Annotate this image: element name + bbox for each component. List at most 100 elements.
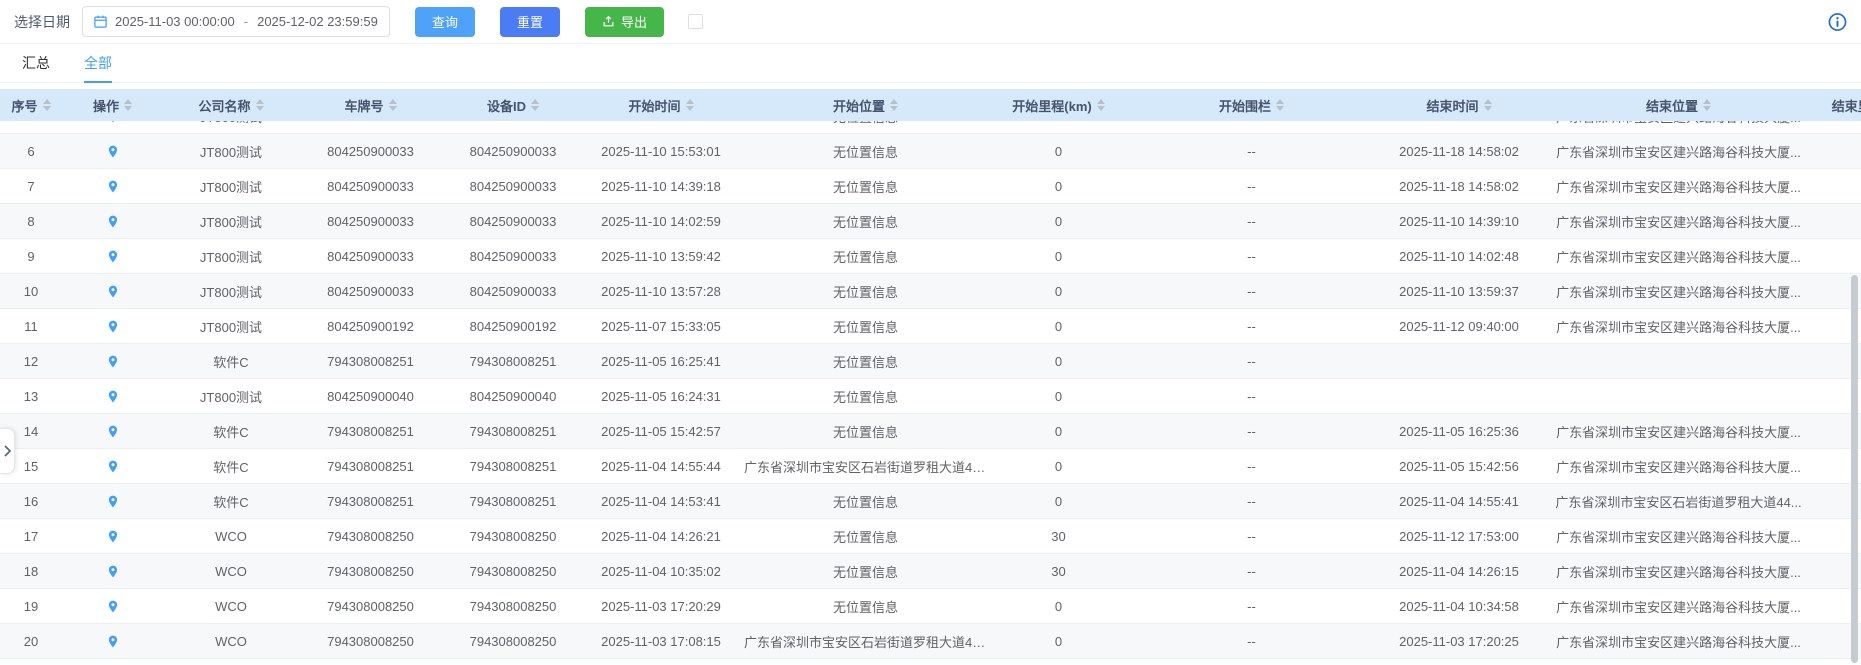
sort-caret-icon[interactable] bbox=[389, 99, 397, 111]
cell-start-time: 2025-11-04 14:55:44 bbox=[584, 459, 738, 474]
cell-company: JT800测试 bbox=[163, 387, 299, 406]
location-pin-icon[interactable] bbox=[106, 388, 120, 405]
sort-caret-icon[interactable] bbox=[1276, 99, 1284, 111]
cell-start-mileage: 0 bbox=[993, 179, 1124, 194]
tab-all[interactable]: 全部 bbox=[84, 44, 112, 82]
export-icon bbox=[602, 15, 615, 28]
cell-start-location: 广东省深圳市宝安区石岩街道罗租大道44... bbox=[738, 457, 993, 476]
cell-end-location: 广东省深圳市宝安区石岩街道罗租大道44... bbox=[1539, 492, 1818, 511]
query-button[interactable]: 查询 bbox=[415, 7, 475, 37]
cell-plate: 794308008250 bbox=[299, 564, 442, 579]
cell-plate: 804250900033 bbox=[299, 214, 442, 229]
panel-expand-toggle[interactable] bbox=[0, 428, 15, 474]
cell-end-time: 2025-11-10 14:39:10 bbox=[1379, 214, 1539, 229]
table-row: 11 JT800测试 804250900192 804250900192 202… bbox=[0, 309, 1861, 344]
sort-caret-icon[interactable] bbox=[1097, 99, 1105, 111]
export-checkbox[interactable] bbox=[688, 14, 703, 29]
column-header[interactable]: 序号 bbox=[0, 89, 62, 121]
location-pin-icon[interactable] bbox=[106, 563, 120, 580]
cell-start-time: 2025-11-04 14:26:21 bbox=[584, 529, 738, 544]
sort-caret-icon[interactable] bbox=[256, 99, 264, 111]
location-pin-icon[interactable] bbox=[106, 283, 120, 300]
cell-end-time: 2025-11-10 14:02:48 bbox=[1379, 249, 1539, 264]
location-pin-icon[interactable] bbox=[106, 458, 120, 475]
cell-end-time: 2025-11-04 14:26:15 bbox=[1379, 564, 1539, 579]
cell-index: 6 bbox=[0, 144, 62, 159]
column-header[interactable]: 设备ID bbox=[442, 89, 584, 121]
column-label: 操作 bbox=[93, 96, 119, 115]
cell-plate: 794308008250 bbox=[299, 634, 442, 649]
table-row: 13 JT800测试 804250900040 804250900040 202… bbox=[0, 379, 1861, 414]
column-header[interactable]: 公司名称 bbox=[163, 89, 299, 121]
location-pin-icon[interactable] bbox=[106, 143, 120, 160]
column-label: 车牌号 bbox=[344, 96, 383, 115]
cell-start-time: 2025-11-07 15:33:05 bbox=[584, 319, 738, 334]
location-pin-icon[interactable] bbox=[106, 633, 120, 650]
cell-operation bbox=[62, 283, 163, 300]
sort-caret-icon[interactable] bbox=[124, 99, 132, 111]
toolbar: 选择日期 2025-11-03 00:00:00 - 2025-12-02 23… bbox=[0, 0, 1861, 44]
cell-plate: 804250900033 bbox=[299, 179, 442, 194]
cell-end-location: 广东省深圳市宝安区建兴路海谷科技大厦... bbox=[1539, 527, 1818, 546]
column-label: 开始里程(km) bbox=[1012, 96, 1091, 115]
column-header[interactable]: 结束里程(km) bbox=[1818, 89, 1861, 121]
cell-end-location: 广东省深圳市宝安区建兴路海谷科技大厦... bbox=[1539, 562, 1818, 581]
tab-summary[interactable]: 汇总 bbox=[22, 44, 50, 82]
sort-caret-icon[interactable] bbox=[890, 99, 898, 111]
sort-caret-icon[interactable] bbox=[1484, 99, 1492, 111]
table-row: 16 软件C 794308008251 794308008251 2025-11… bbox=[0, 484, 1861, 519]
location-pin-icon[interactable] bbox=[106, 353, 120, 370]
table-row: 17 WCO 794308008250 794308008250 2025-11… bbox=[0, 519, 1861, 554]
location-pin-icon[interactable] bbox=[106, 178, 120, 195]
table-row: 8 JT800测试 804250900033 804250900033 2025… bbox=[0, 204, 1861, 239]
cell-device-id: 804250900192 bbox=[442, 121, 584, 124]
cell-start-time: 2025-11-10 13:59:42 bbox=[584, 249, 738, 264]
column-label: 开始时间 bbox=[628, 96, 680, 115]
cell-end-time: 2025-11-18 14:58:02 bbox=[1379, 179, 1539, 194]
reset-button[interactable]: 重置 bbox=[500, 7, 560, 37]
cell-company: 软件C bbox=[163, 352, 299, 371]
cell-start-fence: -- bbox=[1124, 529, 1379, 544]
cell-start-time: 2025-11-03 17:08:15 bbox=[584, 634, 738, 649]
cell-plate: 804250900033 bbox=[299, 249, 442, 264]
info-circle-icon[interactable] bbox=[1827, 11, 1848, 32]
sort-caret-icon[interactable] bbox=[1703, 99, 1711, 111]
cell-plate: 804250900033 bbox=[299, 144, 442, 159]
location-pin-icon[interactable] bbox=[106, 213, 120, 230]
cell-company: WCO bbox=[163, 529, 299, 544]
vertical-scrollbar-thumb[interactable] bbox=[1851, 275, 1858, 663]
cell-start-fence: -- bbox=[1124, 424, 1379, 439]
cell-company: WCO bbox=[163, 564, 299, 579]
cell-end-location: 广东省深圳市宝安区建兴路海谷科技大厦... bbox=[1539, 457, 1818, 476]
table-row: 12 软件C 794308008251 794308008251 2025-11… bbox=[0, 344, 1861, 379]
column-header[interactable]: 车牌号 bbox=[299, 89, 442, 121]
cell-index: 9 bbox=[0, 249, 62, 264]
column-header[interactable]: 开始时间 bbox=[584, 89, 738, 121]
cell-start-location: 无位置信息 bbox=[738, 597, 993, 616]
sort-caret-icon[interactable] bbox=[531, 99, 539, 111]
sort-caret-icon[interactable] bbox=[686, 99, 694, 111]
location-pin-icon[interactable] bbox=[106, 121, 120, 125]
location-pin-icon[interactable] bbox=[106, 528, 120, 545]
cell-start-location: 无位置信息 bbox=[738, 282, 993, 301]
date-range-input[interactable]: 2025-11-03 00:00:00 - 2025-12-02 23:59:5… bbox=[82, 6, 390, 37]
column-header[interactable]: 开始位置 bbox=[738, 89, 993, 121]
column-header[interactable]: 开始围栏 bbox=[1124, 89, 1379, 121]
column-header[interactable]: 结束时间 bbox=[1379, 89, 1539, 121]
cell-start-time: 2025-11-05 16:25:41 bbox=[584, 354, 738, 369]
cell-company: WCO bbox=[163, 634, 299, 649]
location-pin-icon[interactable] bbox=[106, 598, 120, 615]
column-header[interactable]: 结束位置 bbox=[1539, 89, 1818, 121]
sort-caret-icon[interactable] bbox=[43, 99, 51, 111]
cell-start-mileage: 0 bbox=[993, 284, 1124, 299]
column-header[interactable]: 操作 bbox=[62, 89, 163, 121]
cell-company: JT800测试 bbox=[163, 247, 299, 266]
location-pin-icon[interactable] bbox=[106, 493, 120, 510]
location-pin-icon[interactable] bbox=[106, 318, 120, 335]
location-pin-icon[interactable] bbox=[106, 423, 120, 440]
export-button[interactable]: 导出 bbox=[585, 7, 664, 37]
table-row: 20 WCO 794308008250 794308008250 2025-11… bbox=[0, 624, 1861, 659]
cell-start-fence: -- bbox=[1124, 249, 1379, 264]
location-pin-icon[interactable] bbox=[106, 248, 120, 265]
column-header[interactable]: 开始里程(km) bbox=[993, 89, 1124, 121]
